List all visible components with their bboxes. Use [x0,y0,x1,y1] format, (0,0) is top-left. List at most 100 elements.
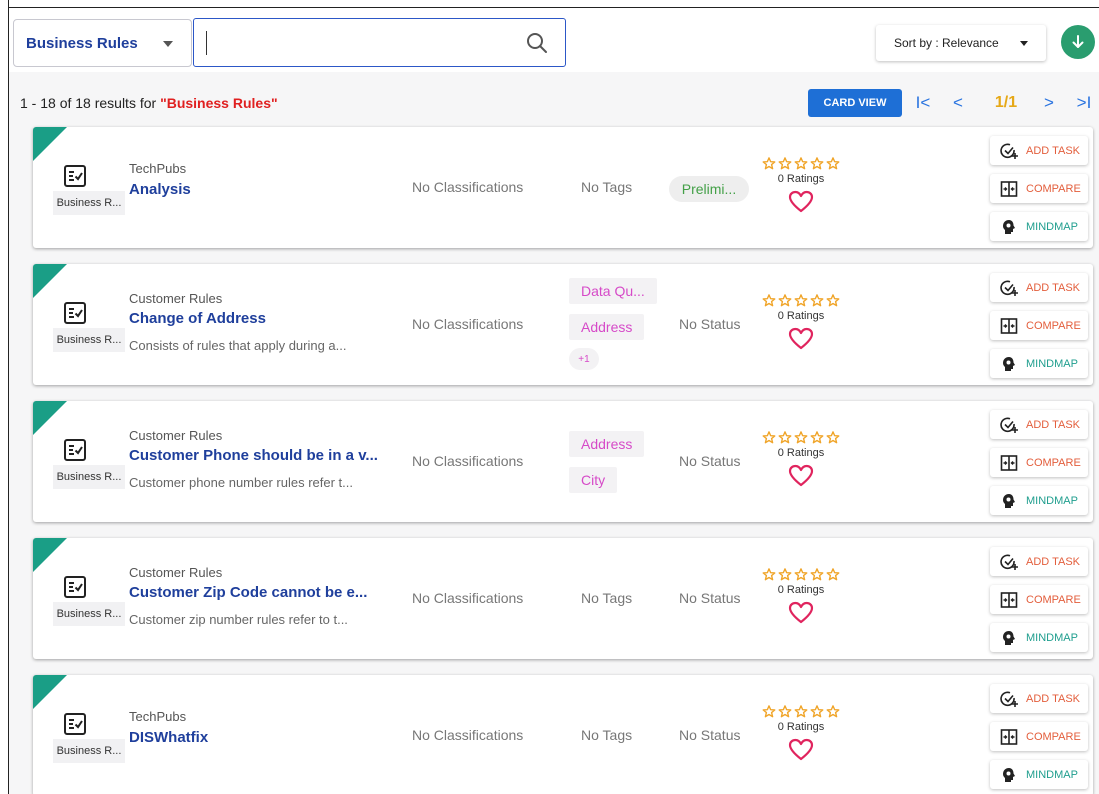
add-task-button[interactable]: ADD TASK [990,547,1088,576]
star-icon[interactable] [762,294,776,307]
search-toolbar: Business Rules Sort by : Relevance [9,8,1099,72]
star-icon[interactable] [778,431,792,444]
result-card[interactable]: Business R... Customer Rules Customer Phon… [33,401,1093,522]
result-card[interactable]: Business R... Customer Rules Change of Add… [33,264,1093,385]
star-icon[interactable] [810,431,824,444]
rating-stars[interactable] [758,431,844,444]
star-icon[interactable] [778,705,792,718]
card-tags-more[interactable]: +1 [569,348,599,370]
card-title-link[interactable]: Analysis [129,181,191,198]
add-task-label: ADD TASK [1026,144,1080,157]
star-icon[interactable] [810,568,824,581]
card-view-button[interactable]: CARD VIEW [808,89,902,117]
result-card[interactable]: Business R... Customer Rules Customer Zip … [33,538,1093,659]
result-card[interactable]: Business R... TechPubs DISWhatfix No Classi… [33,675,1093,794]
result-card[interactable]: Business R... TechPubs Analysis No Classifi… [33,127,1093,248]
sort-dropdown[interactable]: Sort by : Relevance [876,25,1046,61]
search-box[interactable] [193,18,566,67]
compare-icon [1000,591,1018,608]
card-title-link[interactable]: DISWhatfix [129,729,208,746]
star-icon[interactable] [826,705,840,718]
star-icon[interactable] [810,705,824,718]
star-icon[interactable] [826,568,840,581]
add-task-button[interactable]: ADD TASK [990,410,1088,439]
mindmap-button[interactable]: MINDMAP [990,486,1088,515]
compare-button[interactable]: COMPARE [990,174,1088,203]
mindmap-button[interactable]: MINDMAP [990,623,1088,652]
heart-icon[interactable] [788,601,814,625]
search-input[interactable] [214,27,518,61]
next-page-button[interactable]: > [1038,91,1060,115]
star-icon[interactable] [810,294,824,307]
card-tag[interactable]: Data Qu... [569,278,657,304]
card-title-link[interactable]: Customer Phone should be in a v... [129,447,378,464]
compare-button[interactable]: COMPARE [990,311,1088,340]
star-icon[interactable] [826,431,840,444]
rating-stars[interactable] [758,157,844,170]
compare-button[interactable]: COMPARE [990,585,1088,614]
content-type-label: Business R... [53,328,125,352]
card-tags-empty: No Tags [581,179,633,195]
rating-stars[interactable] [758,294,844,307]
compare-button[interactable]: COMPARE [990,722,1088,751]
star-icon[interactable] [778,294,792,307]
compare-icon [1000,454,1018,471]
star-icon[interactable] [794,431,808,444]
heart-icon[interactable] [788,464,814,488]
first-page-button[interactable]: I< [912,91,934,115]
download-button[interactable] [1061,25,1095,59]
star-icon[interactable] [762,157,776,170]
category-filter-select[interactable]: Business Rules [13,19,192,67]
mindmap-button[interactable]: MINDMAP [990,349,1088,378]
mindmap-button[interactable]: MINDMAP [990,760,1088,789]
content-type-label: Business R... [53,465,125,489]
star-icon[interactable] [826,294,840,307]
brain-head-icon [1003,767,1015,782]
ratings-count: 0 Ratings [777,447,825,459]
text-cursor [206,31,207,55]
star-icon[interactable] [762,431,776,444]
rating-stars[interactable] [758,705,844,718]
previous-page-button[interactable]: < [947,91,969,115]
star-icon[interactable] [810,157,824,170]
card-tag[interactable]: City [569,467,618,493]
add-task-button[interactable]: ADD TASK [990,136,1088,165]
compare-button[interactable]: COMPARE [990,448,1088,477]
star-icon[interactable] [794,705,808,718]
card-status: No Status [679,453,741,469]
card-corner-marker [33,127,67,161]
content-type-label: Business R... [53,191,125,215]
card-status: No Status [679,316,741,332]
heart-icon[interactable] [788,327,814,351]
card-tag[interactable]: Address [569,314,645,340]
star-icon[interactable] [778,568,792,581]
star-icon[interactable] [794,157,808,170]
mindmap-label: MINDMAP [1026,357,1078,370]
mindmap-button[interactable]: MINDMAP [990,212,1088,241]
checklist-document-icon [64,302,86,324]
add-task-button[interactable]: ADD TASK [990,273,1088,302]
star-icon[interactable] [762,705,776,718]
mindmap-label: MINDMAP [1026,494,1078,507]
card-title-link[interactable]: Change of Address [129,310,266,327]
search-icon[interactable] [525,31,549,55]
card-title-link[interactable]: Customer Zip Code cannot be e... [129,584,367,601]
last-page-button[interactable]: >I [1073,91,1095,115]
star-icon[interactable] [826,157,840,170]
category-filter-label: Business Rules [26,34,138,52]
star-icon[interactable] [794,294,808,307]
rating-stars[interactable] [758,568,844,581]
star-icon[interactable] [762,568,776,581]
content-type-label: Business R... [53,602,125,626]
add-task-label: ADD TASK [1026,281,1080,294]
brain-head-icon [1003,493,1015,508]
card-tags-empty: No Tags [581,590,633,606]
add-task-button[interactable]: ADD TASK [990,684,1088,713]
star-icon[interactable] [778,157,792,170]
heart-icon[interactable] [788,738,814,762]
card-tag[interactable]: Address [569,431,645,457]
page-indicator: 1/1 [994,94,1018,111]
heart-icon[interactable] [788,190,814,214]
add-task-label: ADD TASK [1026,418,1080,431]
star-icon[interactable] [794,568,808,581]
